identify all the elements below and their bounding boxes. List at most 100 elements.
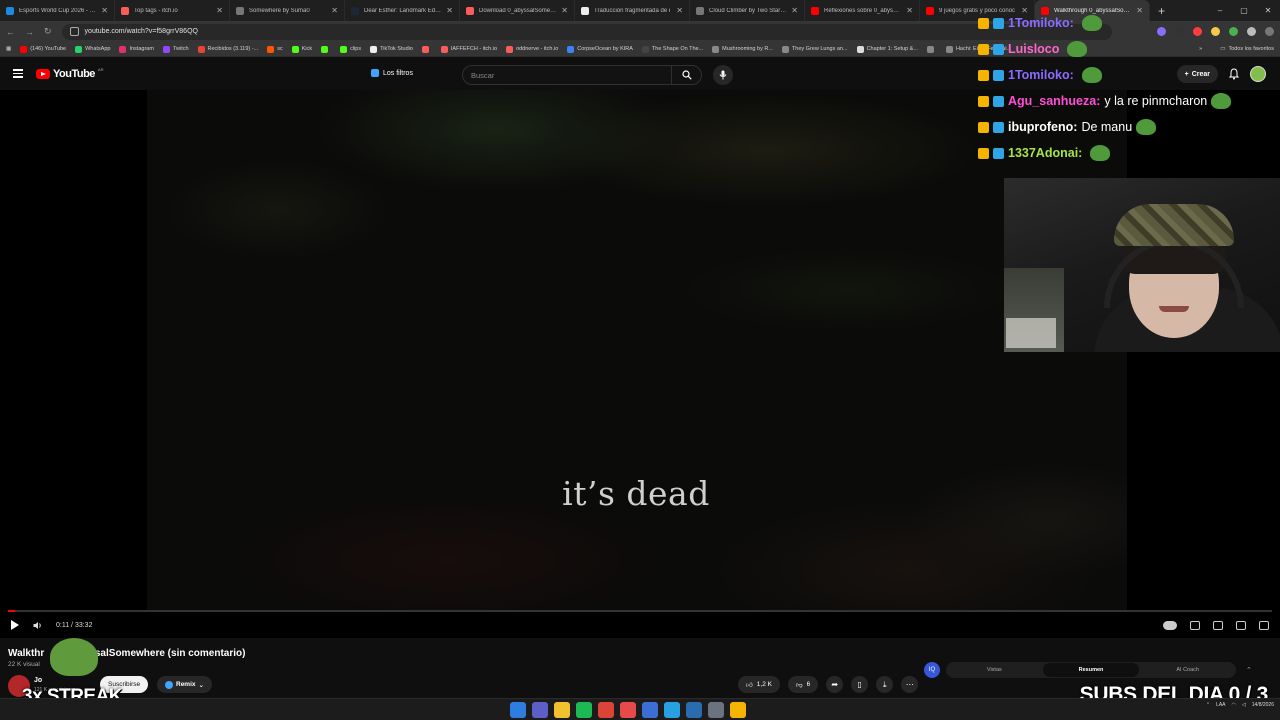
settings-icon[interactable]: [708, 702, 724, 718]
tab-close-icon[interactable]: ✕: [216, 6, 223, 15]
bookmark-item[interactable]: Twitch: [162, 45, 189, 53]
browser-tab[interactable]: Dear Esther: Landmark Editio ✕: [345, 0, 460, 21]
address-url: youtube.com/watch?v=f58grrV86QQ: [84, 28, 198, 35]
subtitles-icon[interactable]: [1190, 620, 1200, 630]
bookmark-item[interactable]: sc: [267, 45, 283, 53]
browser-tab[interactable]: Esports World Cup 2026 - Liq ✕: [0, 0, 115, 21]
video-frame: [147, 90, 1127, 610]
tab-close-icon[interactable]: ✕: [446, 6, 453, 15]
tab-close-icon[interactable]: ✕: [791, 6, 798, 15]
bookmark-item[interactable]: TikTok Studio: [370, 45, 413, 53]
save-button[interactable]: ▯: [851, 676, 869, 693]
progress-bar[interactable]: [8, 610, 1272, 612]
bookmark-item[interactable]: Mushrooming by R...: [712, 45, 773, 53]
bookmark-label: They Grew Lungs an...: [791, 46, 848, 52]
download-icon: ⤓: [882, 679, 887, 689]
chat-badge-icon: [993, 147, 1004, 159]
forward-icon[interactable]: →: [25, 27, 34, 37]
bookmark-item[interactable]: The Shape On The...: [641, 45, 703, 53]
dislike-button[interactable]: 👎︎ 6: [787, 676, 819, 693]
menu-icon[interactable]: [13, 69, 23, 78]
bookmark-item[interactable]: Instagram: [119, 45, 154, 53]
start-icon[interactable]: [510, 702, 526, 718]
autoplay-toggle[interactable]: [1163, 620, 1177, 630]
bookmark-label: oddnerve - itch.io: [516, 46, 559, 52]
bookmark-item[interactable]: Recibidos (3.119) -...: [197, 45, 258, 53]
browser-tab[interactable]: Traducción fragmentada de i ✕: [575, 0, 690, 21]
bookmark-item[interactable]: (146) YouTube: [20, 45, 66, 53]
app-icon[interactable]: [730, 702, 746, 718]
browser-tab[interactable]: Cloud Climber by Two Star G ✕: [690, 0, 805, 21]
bookmark-item[interactable]: [926, 45, 937, 53]
address-bar[interactable]: youtube.com/watch?v=f58grrV86QQ: [61, 23, 1112, 40]
bookmark-item[interactable]: IAFFEFCH - itch.io: [440, 45, 497, 53]
spotify-icon[interactable]: [576, 702, 592, 718]
app-icon[interactable]: [620, 702, 636, 718]
bookmark-favicon-icon: [340, 45, 348, 53]
bookmark-item[interactable]: oddnerve - itch.io: [506, 45, 559, 53]
browser-tab[interactable]: Somewhere by Suma0 ✕: [230, 0, 345, 21]
bookmark-item[interactable]: [321, 45, 331, 53]
more-button[interactable]: ⋯: [901, 676, 919, 693]
wifi-icon[interactable]: ◠: [1232, 702, 1236, 708]
tab-close-icon[interactable]: ✕: [676, 6, 683, 15]
tab-close-icon[interactable]: ✕: [561, 6, 568, 15]
clock[interactable]: 14/8/2026: [1252, 701, 1274, 709]
channel-name[interactable]: Jo: [34, 677, 42, 684]
search-button[interactable]: [671, 66, 701, 84]
copilot-icon[interactable]: [532, 702, 548, 718]
fullscreen-icon[interactable]: [1259, 620, 1269, 630]
share-button[interactable]: ➦: [826, 676, 844, 693]
bookmark-item[interactable]: They Grew Lungs an...: [781, 45, 848, 53]
ai-panel-icon[interactable]: IQ: [924, 662, 940, 678]
ai-panel-tab[interactable]: Vistas: [946, 663, 1043, 677]
telegram-icon[interactable]: [664, 702, 680, 718]
settings-icon[interactable]: [1213, 620, 1223, 630]
bookmark-item[interactable]: WhatsApp: [75, 45, 110, 53]
browser-tab[interactable]: Download 0_abyssalSomewhe ✕: [460, 0, 575, 21]
youtube-logo[interactable]: YouTube AR: [36, 67, 103, 80]
tab-close-icon[interactable]: ✕: [906, 6, 913, 15]
language-indicator[interactable]: LAA: [1216, 702, 1225, 708]
back-icon[interactable]: ←: [6, 27, 15, 37]
browser-tab[interactable]: Reflexiones sobre 0_abyssalS ✕: [805, 0, 920, 21]
ai-panel-tab[interactable]: Resumen: [1042, 663, 1140, 677]
download-button[interactable]: ⤓: [876, 676, 894, 693]
site-info-icon[interactable]: [69, 27, 79, 36]
reload-icon[interactable]: ↻: [44, 26, 52, 37]
chat-message: 1Tomiloko:: [978, 62, 1278, 88]
video-player[interactable]: it’s dead 0:11 / 33:32: [0, 90, 1280, 638]
bookmark-item[interactable]: [421, 45, 432, 53]
browser-tab[interactable]: Top tags - itch.io ✕: [115, 0, 230, 21]
tab-title: Reflexiones sobre 0_abyssalS: [824, 7, 902, 14]
voice-search-button[interactable]: [713, 65, 733, 85]
search-box[interactable]: Buscar: [462, 65, 702, 85]
tab-close-icon[interactable]: ✕: [101, 6, 108, 15]
apps-icon[interactable]: ▦: [6, 46, 11, 52]
camo-cap: [1114, 204, 1234, 246]
remix-button[interactable]: Remix ⌄: [157, 676, 212, 693]
like-button[interactable]: 👍︎ 1,2 K: [738, 676, 780, 693]
chrome-icon[interactable]: [598, 702, 614, 718]
volume-icon[interactable]: [33, 621, 42, 630]
bookmark-item[interactable]: Kick: [291, 45, 312, 53]
tab-close-icon[interactable]: ✕: [331, 6, 338, 15]
bookmark-item[interactable]: clips: [340, 45, 361, 53]
file-explorer-icon[interactable]: [554, 702, 570, 718]
bookmark-item[interactable]: Chapter 1: Setup &...: [856, 45, 918, 53]
chat-username: 1337Adonai:: [1008, 146, 1083, 160]
tab-title: Top tags - itch.io: [134, 7, 178, 14]
chevron-up-icon[interactable]: ⌃: [1246, 666, 1252, 674]
app-icon[interactable]: [642, 702, 658, 718]
speaker-icon[interactable]: ◁: [1242, 702, 1246, 708]
chat-username: 1Tomiloko:: [1008, 68, 1074, 82]
search-input[interactable]: Buscar: [463, 71, 671, 80]
filters-button[interactable]: Los filtros: [371, 69, 413, 77]
ai-panel-tab[interactable]: AI Coach: [1139, 663, 1236, 677]
theater-mode-icon[interactable]: [1236, 620, 1246, 630]
app-icon[interactable]: [686, 702, 702, 718]
chevron-up-icon[interactable]: ⌃: [1206, 702, 1210, 708]
chat-username: Agu_sanhueza:: [1008, 94, 1101, 108]
play-icon[interactable]: [11, 620, 19, 630]
bookmark-item[interactable]: CorpseOcean by KIRA: [567, 45, 633, 53]
